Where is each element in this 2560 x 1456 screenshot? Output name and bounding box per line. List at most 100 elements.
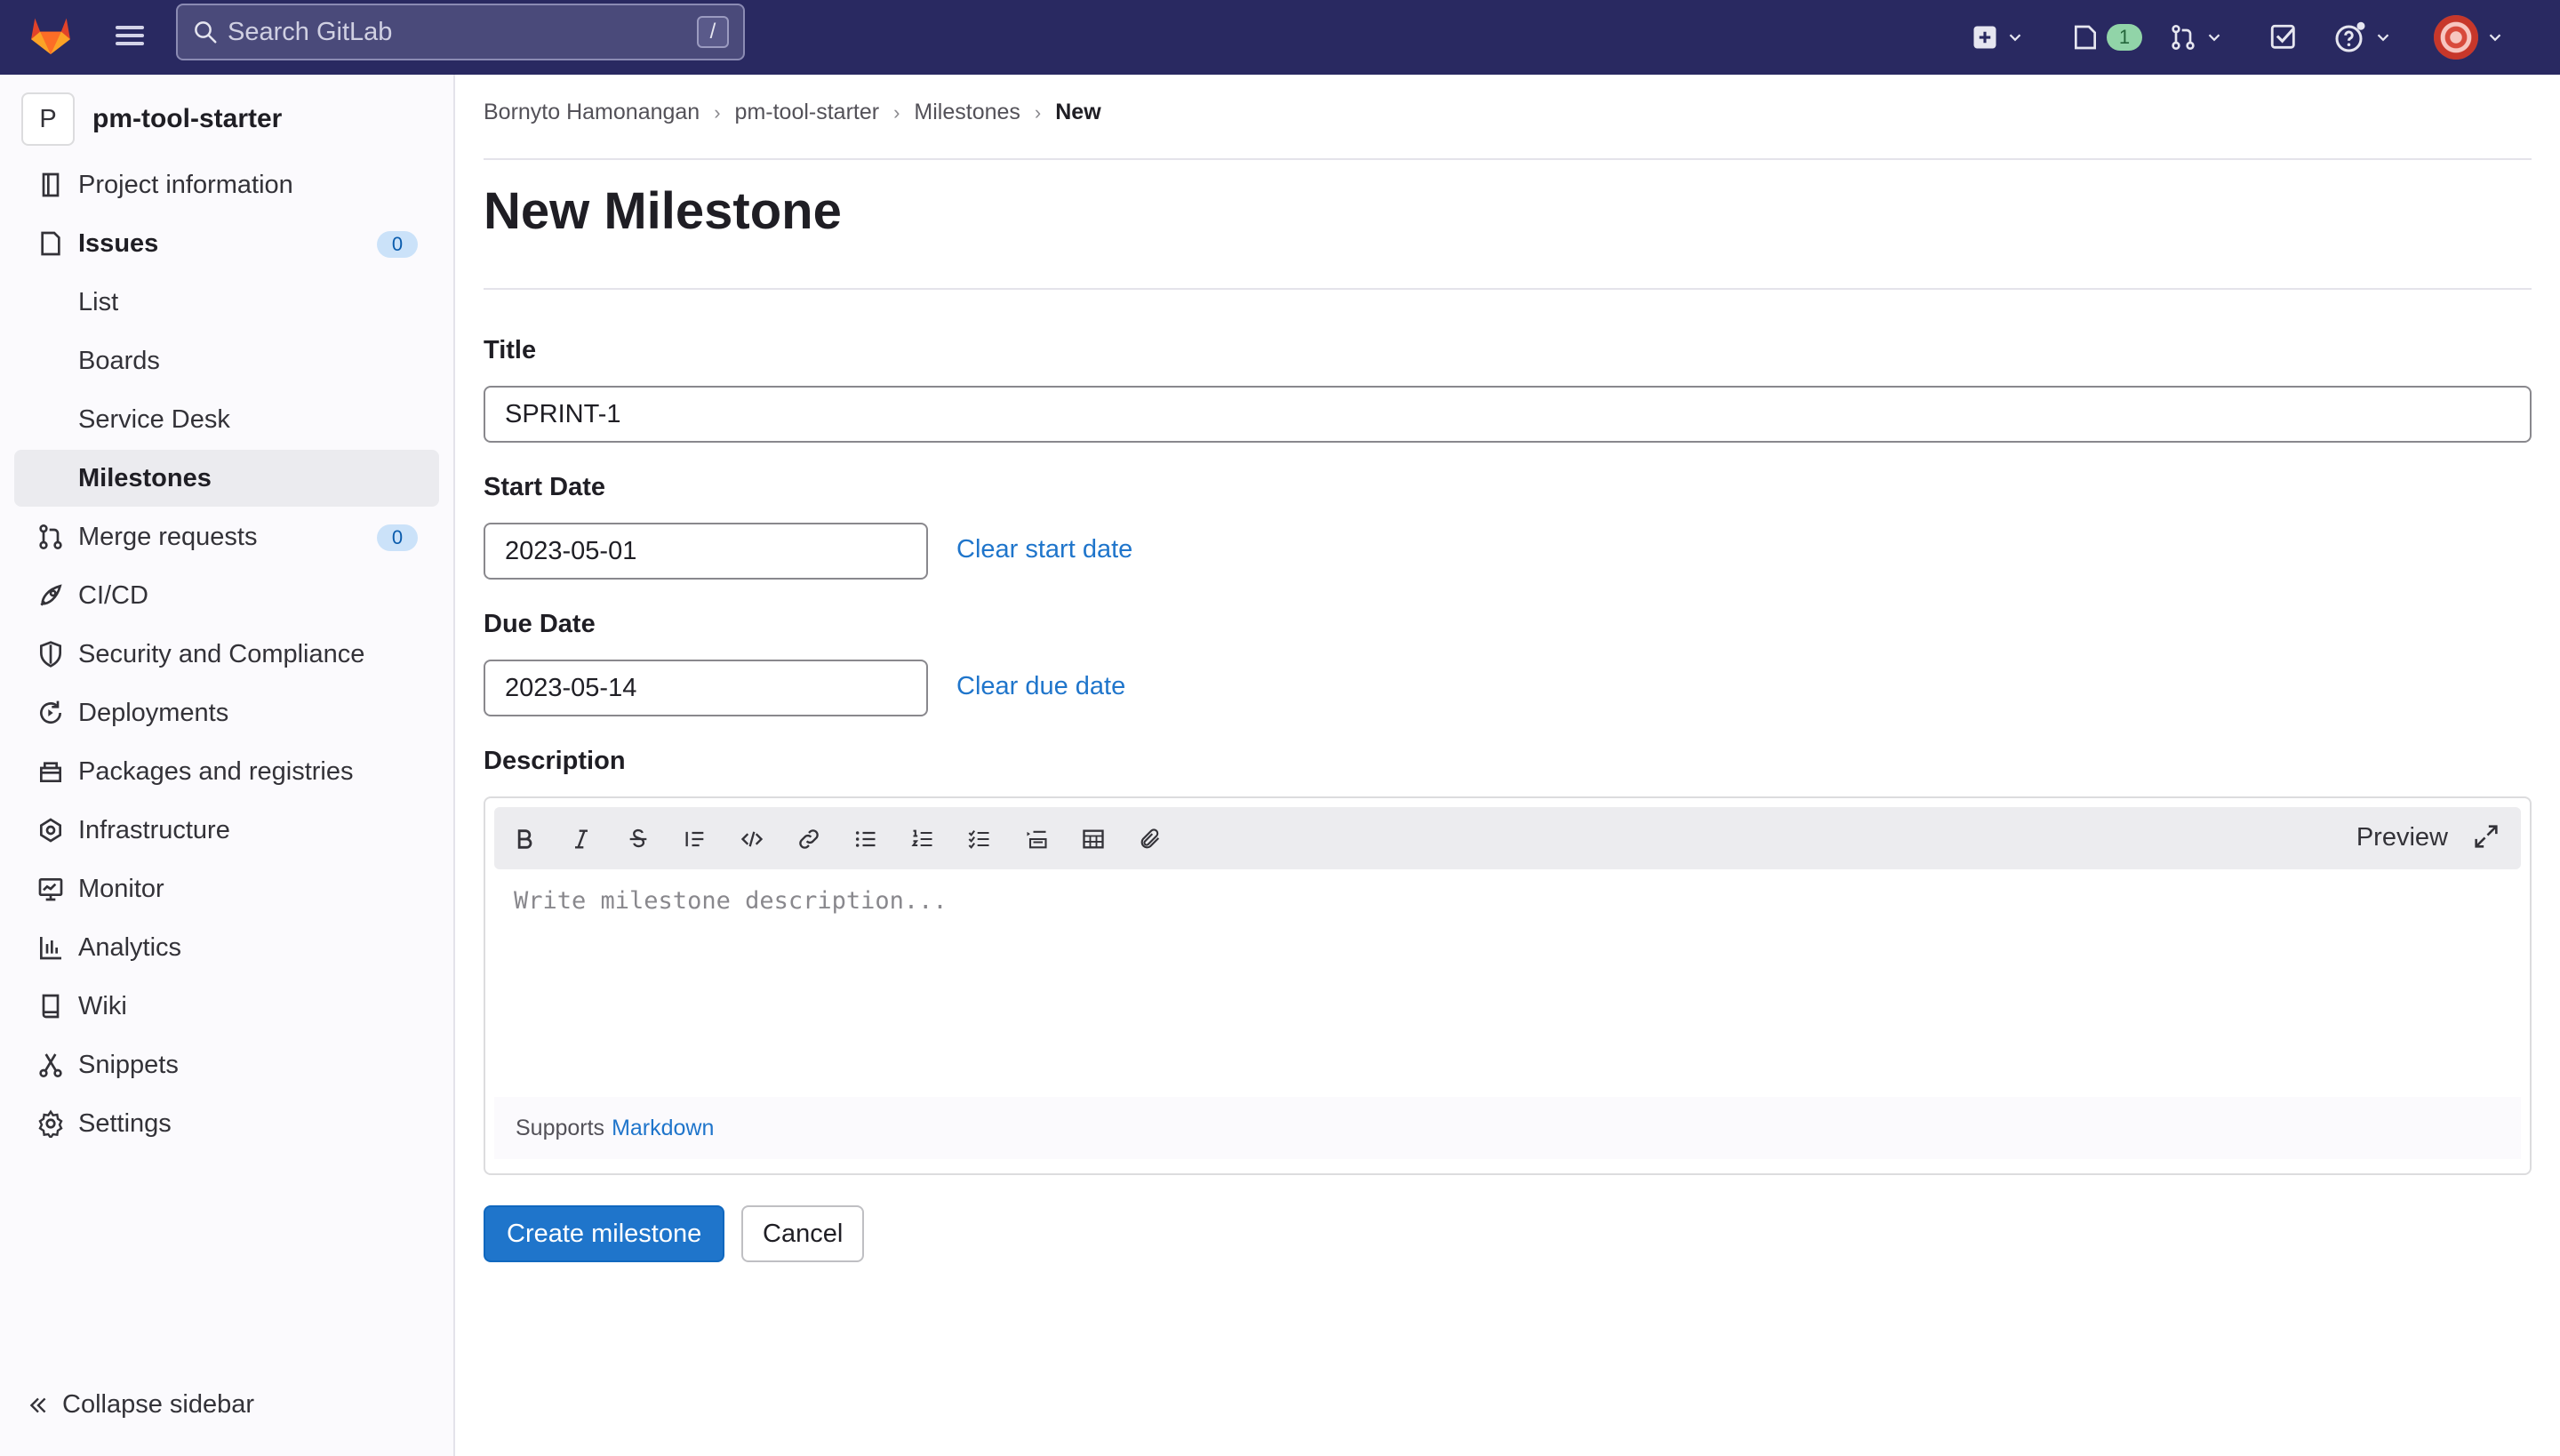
merge-requests-count-badge: 0 xyxy=(377,524,418,551)
sidebar-item-label: Security and Compliance xyxy=(78,639,365,668)
sidebar-item-merge-requests[interactable]: Merge requests 0 xyxy=(14,508,439,565)
sidebar-item-milestones[interactable]: Milestones xyxy=(14,450,439,507)
sidebar-item-label: Issues xyxy=(78,228,159,258)
shield-icon xyxy=(34,637,68,671)
description-textarea[interactable] xyxy=(494,873,2521,1092)
breadcrumb-item-milestones[interactable]: Milestones xyxy=(914,100,1020,125)
sidebar-item-boards[interactable]: Boards xyxy=(14,332,439,389)
create-new-button[interactable] xyxy=(1972,14,2025,60)
sidebar-item-project-information[interactable]: Project information xyxy=(14,156,439,213)
todo-checkbox-icon xyxy=(2270,24,2295,49)
title-label: Title xyxy=(484,336,537,364)
issues-icon xyxy=(2075,25,2096,50)
sidebar-item-issues[interactable]: Issues 0 xyxy=(14,215,439,272)
user-menu-button[interactable] xyxy=(2434,14,2505,60)
markdown-link[interactable]: Markdown xyxy=(612,1116,714,1141)
sidebar-item-label: Milestones xyxy=(78,463,212,492)
clear-start-date-link[interactable]: Clear start date xyxy=(956,535,1132,564)
chevron-down-icon xyxy=(2489,34,2501,42)
create-milestone-button[interactable]: Create milestone xyxy=(484,1205,725,1262)
bullet-list-icon[interactable] xyxy=(848,821,884,857)
todo-nav-button[interactable] xyxy=(2268,14,2299,60)
sidebar-item-list[interactable]: List xyxy=(14,274,439,331)
breadcrumb-item-user[interactable]: Bornyto Hamonangan xyxy=(484,100,700,125)
breadcrumb: Bornyto Hamonangan › pm-tool-starter › M… xyxy=(484,100,1101,125)
sidebar-item-label: Settings xyxy=(78,1108,172,1138)
chart-icon xyxy=(34,931,68,964)
chevron-right-icon: › xyxy=(893,100,900,124)
clear-due-date-link[interactable]: Clear due date xyxy=(956,672,1125,701)
search-bar[interactable]: / xyxy=(176,4,745,60)
sidebar-item-label: Deployments xyxy=(78,698,229,727)
start-date-input[interactable] xyxy=(484,523,928,580)
collapse-sidebar-button[interactable]: Collapse sidebar xyxy=(27,1390,254,1420)
rocket-icon xyxy=(34,579,68,612)
sidebar-item-infrastructure[interactable]: Infrastructure xyxy=(14,802,439,859)
sidebar-item-snippets[interactable]: Snippets xyxy=(14,1036,439,1093)
search-icon xyxy=(195,21,217,44)
project-header[interactable]: P pm-tool-starter xyxy=(21,87,282,151)
table-icon[interactable] xyxy=(1076,821,1111,857)
sidebar-item-ci-cd[interactable]: CI/CD xyxy=(14,567,439,624)
breadcrumb-item-project[interactable]: pm-tool-starter xyxy=(735,100,880,125)
scissors-icon xyxy=(34,1048,68,1082)
sidebar-item-wiki[interactable]: Wiki xyxy=(14,978,439,1035)
search-shortcut-key: / xyxy=(697,16,729,48)
issues-icon xyxy=(34,227,68,260)
page-title: New Milestone xyxy=(484,182,842,240)
info-icon xyxy=(34,168,68,202)
book-icon xyxy=(34,989,68,1023)
sidebar-item-security-and-compliance[interactable]: Security and Compliance xyxy=(14,626,439,683)
sidebar-item-label: Wiki xyxy=(78,991,127,1020)
markdown-editor: Preview Supports Markdown xyxy=(484,796,2532,1175)
sidebar-item-label: Snippets xyxy=(78,1050,179,1079)
sidebar-item-label: Merge requests xyxy=(78,522,258,551)
menu-icon[interactable] xyxy=(112,20,148,52)
double-chevron-left-icon xyxy=(29,1397,46,1412)
sidebar-item-label: Service Desk xyxy=(78,404,230,434)
help-icon xyxy=(2335,21,2365,52)
link-icon[interactable] xyxy=(791,821,827,857)
numbered-list-icon[interactable] xyxy=(905,821,940,857)
search-input[interactable] xyxy=(228,17,697,47)
italic-icon[interactable] xyxy=(564,821,599,857)
issues-nav-button[interactable]: 1 xyxy=(2071,14,2142,60)
gitlab-logo-icon[interactable] xyxy=(27,11,75,59)
divider xyxy=(484,288,2532,290)
quote-icon[interactable] xyxy=(677,821,713,857)
preview-tab[interactable]: Preview xyxy=(2356,823,2448,852)
breadcrumb-item-current[interactable]: New xyxy=(1055,100,1100,125)
code-icon[interactable] xyxy=(734,821,770,857)
sidebar-item-label: Monitor xyxy=(78,874,164,903)
package-icon xyxy=(34,755,68,788)
chevron-right-icon: › xyxy=(714,100,721,124)
attachment-icon[interactable] xyxy=(1132,821,1168,857)
strikethrough-icon[interactable] xyxy=(620,821,656,857)
sidebar-item-settings[interactable]: Settings xyxy=(14,1095,439,1152)
project-avatar: P xyxy=(21,92,75,146)
cloud-gear-icon xyxy=(34,813,68,847)
due-date-label: Due Date xyxy=(484,610,596,638)
task-list-icon[interactable] xyxy=(962,821,997,857)
divider xyxy=(484,158,2532,160)
avatar xyxy=(2434,15,2478,60)
sidebar-item-label: Infrastructure xyxy=(78,815,230,844)
sidebar-item-monitor[interactable]: Monitor xyxy=(14,860,439,917)
sidebar-item-label: Project information xyxy=(78,170,293,199)
chevron-right-icon: › xyxy=(1034,100,1042,124)
sidebar-item-packages-and-registries[interactable]: Packages and registries xyxy=(14,743,439,800)
sidebar-item-label: Boards xyxy=(78,346,160,375)
due-date-input[interactable] xyxy=(484,660,928,716)
sidebar-item-service-desk[interactable]: Service Desk xyxy=(14,391,439,448)
help-nav-button[interactable] xyxy=(2334,14,2393,60)
bold-icon[interactable] xyxy=(507,821,542,857)
sidebar-item-deployments[interactable]: Deployments xyxy=(14,684,439,741)
title-input[interactable] xyxy=(484,386,2532,443)
fullscreen-icon[interactable] xyxy=(2471,821,2507,857)
merge-requests-nav-button[interactable] xyxy=(2169,14,2224,60)
sidebar: P pm-tool-starter Project information Is… xyxy=(0,75,455,1456)
top-navbar: / 1 xyxy=(0,0,2560,75)
collapsible-section-icon[interactable] xyxy=(1019,821,1054,857)
cancel-button[interactable]: Cancel xyxy=(741,1205,865,1262)
sidebar-item-analytics[interactable]: Analytics xyxy=(14,919,439,976)
